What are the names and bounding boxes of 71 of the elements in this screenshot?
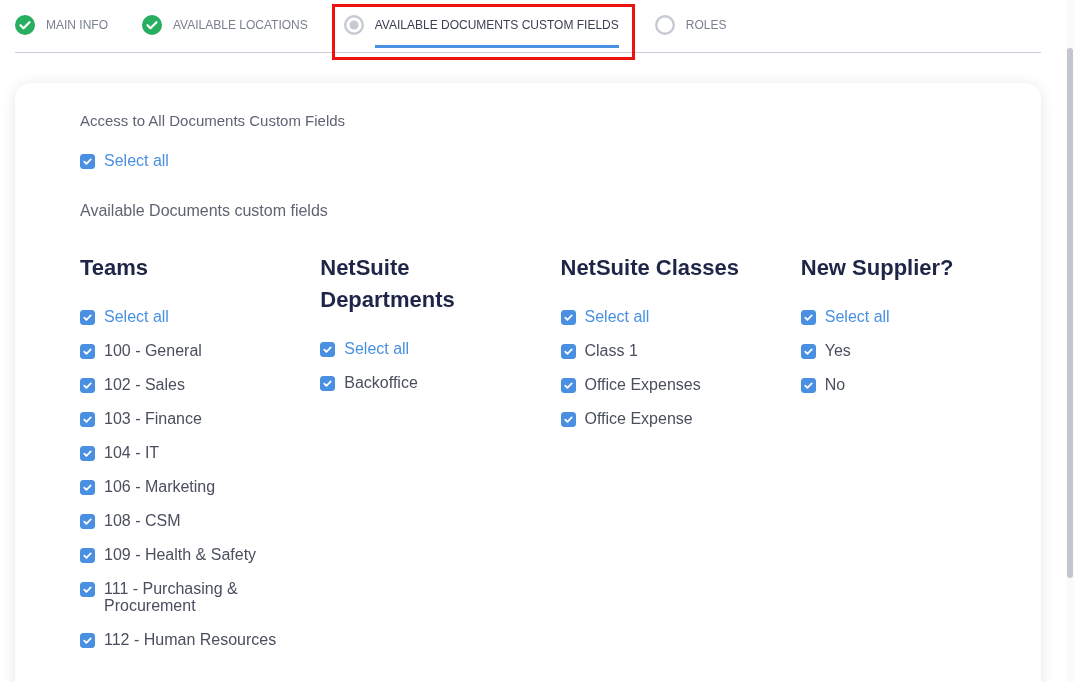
- checkbox[interactable]: [560, 310, 576, 325]
- checkbox-label[interactable]: 104 - IT: [104, 444, 304, 478]
- radio-dot-icon: [343, 14, 364, 35]
- checkbox-label[interactable]: Backoffice: [344, 374, 545, 408]
- check-icon: [81, 155, 94, 168]
- step-tab[interactable]: MAIN INFO: [15, 0, 108, 52]
- check-circle-icon: [15, 14, 35, 35]
- group-heading: NetSuite Departments: [320, 254, 456, 314]
- checkbox-label[interactable]: 106 - Marketing: [104, 478, 304, 512]
- checkbox[interactable]: [320, 342, 336, 357]
- checkbox[interactable]: [80, 412, 95, 427]
- check-icon: [561, 345, 575, 358]
- checkbox-label[interactable]: 111 - Purchasing & Procurement: [104, 580, 304, 631]
- checkbox[interactable]: [800, 310, 816, 325]
- checkbox[interactable]: [80, 310, 95, 325]
- section-heading: Available Documents custom fields: [80, 202, 329, 220]
- check-icon: [81, 549, 94, 562]
- check-circle-icon: [142, 14, 162, 35]
- scrollbar[interactable]: [1066, 0, 1074, 682]
- checkbox[interactable]: [80, 480, 95, 495]
- check-icon: [801, 311, 815, 324]
- check-icon: [81, 583, 94, 596]
- check-icon: [561, 413, 575, 426]
- checkbox[interactable]: [80, 154, 95, 169]
- check-icon: [321, 377, 335, 390]
- check-icon: [81, 481, 94, 494]
- checkbox[interactable]: [560, 378, 576, 393]
- group-heading: New Supplier?: [800, 254, 955, 282]
- checkbox-label[interactable]: 100 - General: [104, 342, 304, 376]
- checkbox-label[interactable]: 112 - Human Resources: [104, 631, 304, 665]
- checkbox[interactable]: [800, 344, 816, 359]
- check-icon: [561, 379, 575, 392]
- section-heading: Access to All Documents Custom Fields: [80, 111, 347, 131]
- check-icon: [81, 634, 94, 647]
- checkbox-label[interactable]: 109 - Health & Safety: [104, 546, 304, 580]
- checkbox[interactable]: [80, 548, 95, 563]
- checkbox-label[interactable]: 103 - Finance: [104, 410, 304, 444]
- step-tab[interactable]: AVAILABLE DOCUMENTS CUSTOM FIELDS: [343, 0, 619, 52]
- step-tab[interactable]: AVAILABLE LOCATIONS: [142, 0, 308, 52]
- checkbox-label[interactable]: Class 1: [584, 342, 785, 376]
- checkbox-label[interactable]: Office Expense: [584, 410, 785, 444]
- checkbox[interactable]: [80, 378, 95, 393]
- check-icon: [801, 345, 815, 358]
- checkbox[interactable]: [560, 344, 576, 359]
- check-icon: [81, 413, 94, 426]
- checkbox[interactable]: [80, 344, 95, 359]
- check-icon: [81, 515, 94, 528]
- group-heading: Teams: [80, 254, 150, 282]
- checkbox-label[interactable]: No: [824, 376, 1025, 410]
- checkbox[interactable]: [560, 412, 576, 427]
- checkbox-label[interactable]: Office Expenses: [584, 376, 785, 410]
- check-icon: [81, 447, 94, 460]
- checkbox[interactable]: [80, 582, 95, 597]
- check-icon: [801, 379, 815, 392]
- checkbox[interactable]: [320, 376, 336, 391]
- checkbox[interactable]: [80, 633, 95, 648]
- check-icon: [561, 311, 575, 324]
- check-icon: [81, 311, 94, 324]
- check-icon: [81, 345, 94, 358]
- checkbox-label[interactable]: Yes: [824, 342, 1025, 376]
- checkbox-label[interactable]: 102 - Sales: [104, 376, 304, 410]
- checkbox[interactable]: [80, 446, 95, 461]
- step-tab[interactable]: ROLES: [654, 0, 727, 52]
- group-heading: NetSuite Classes: [560, 254, 741, 282]
- checkbox-label[interactable]: 108 - CSM: [104, 512, 304, 546]
- check-icon: [81, 379, 94, 392]
- checkbox[interactable]: [80, 514, 95, 529]
- scrollbar-thumb[interactable]: [1067, 48, 1073, 578]
- checkbox[interactable]: [800, 378, 816, 393]
- check-icon: [321, 343, 335, 356]
- empty-circle-icon: [654, 14, 675, 35]
